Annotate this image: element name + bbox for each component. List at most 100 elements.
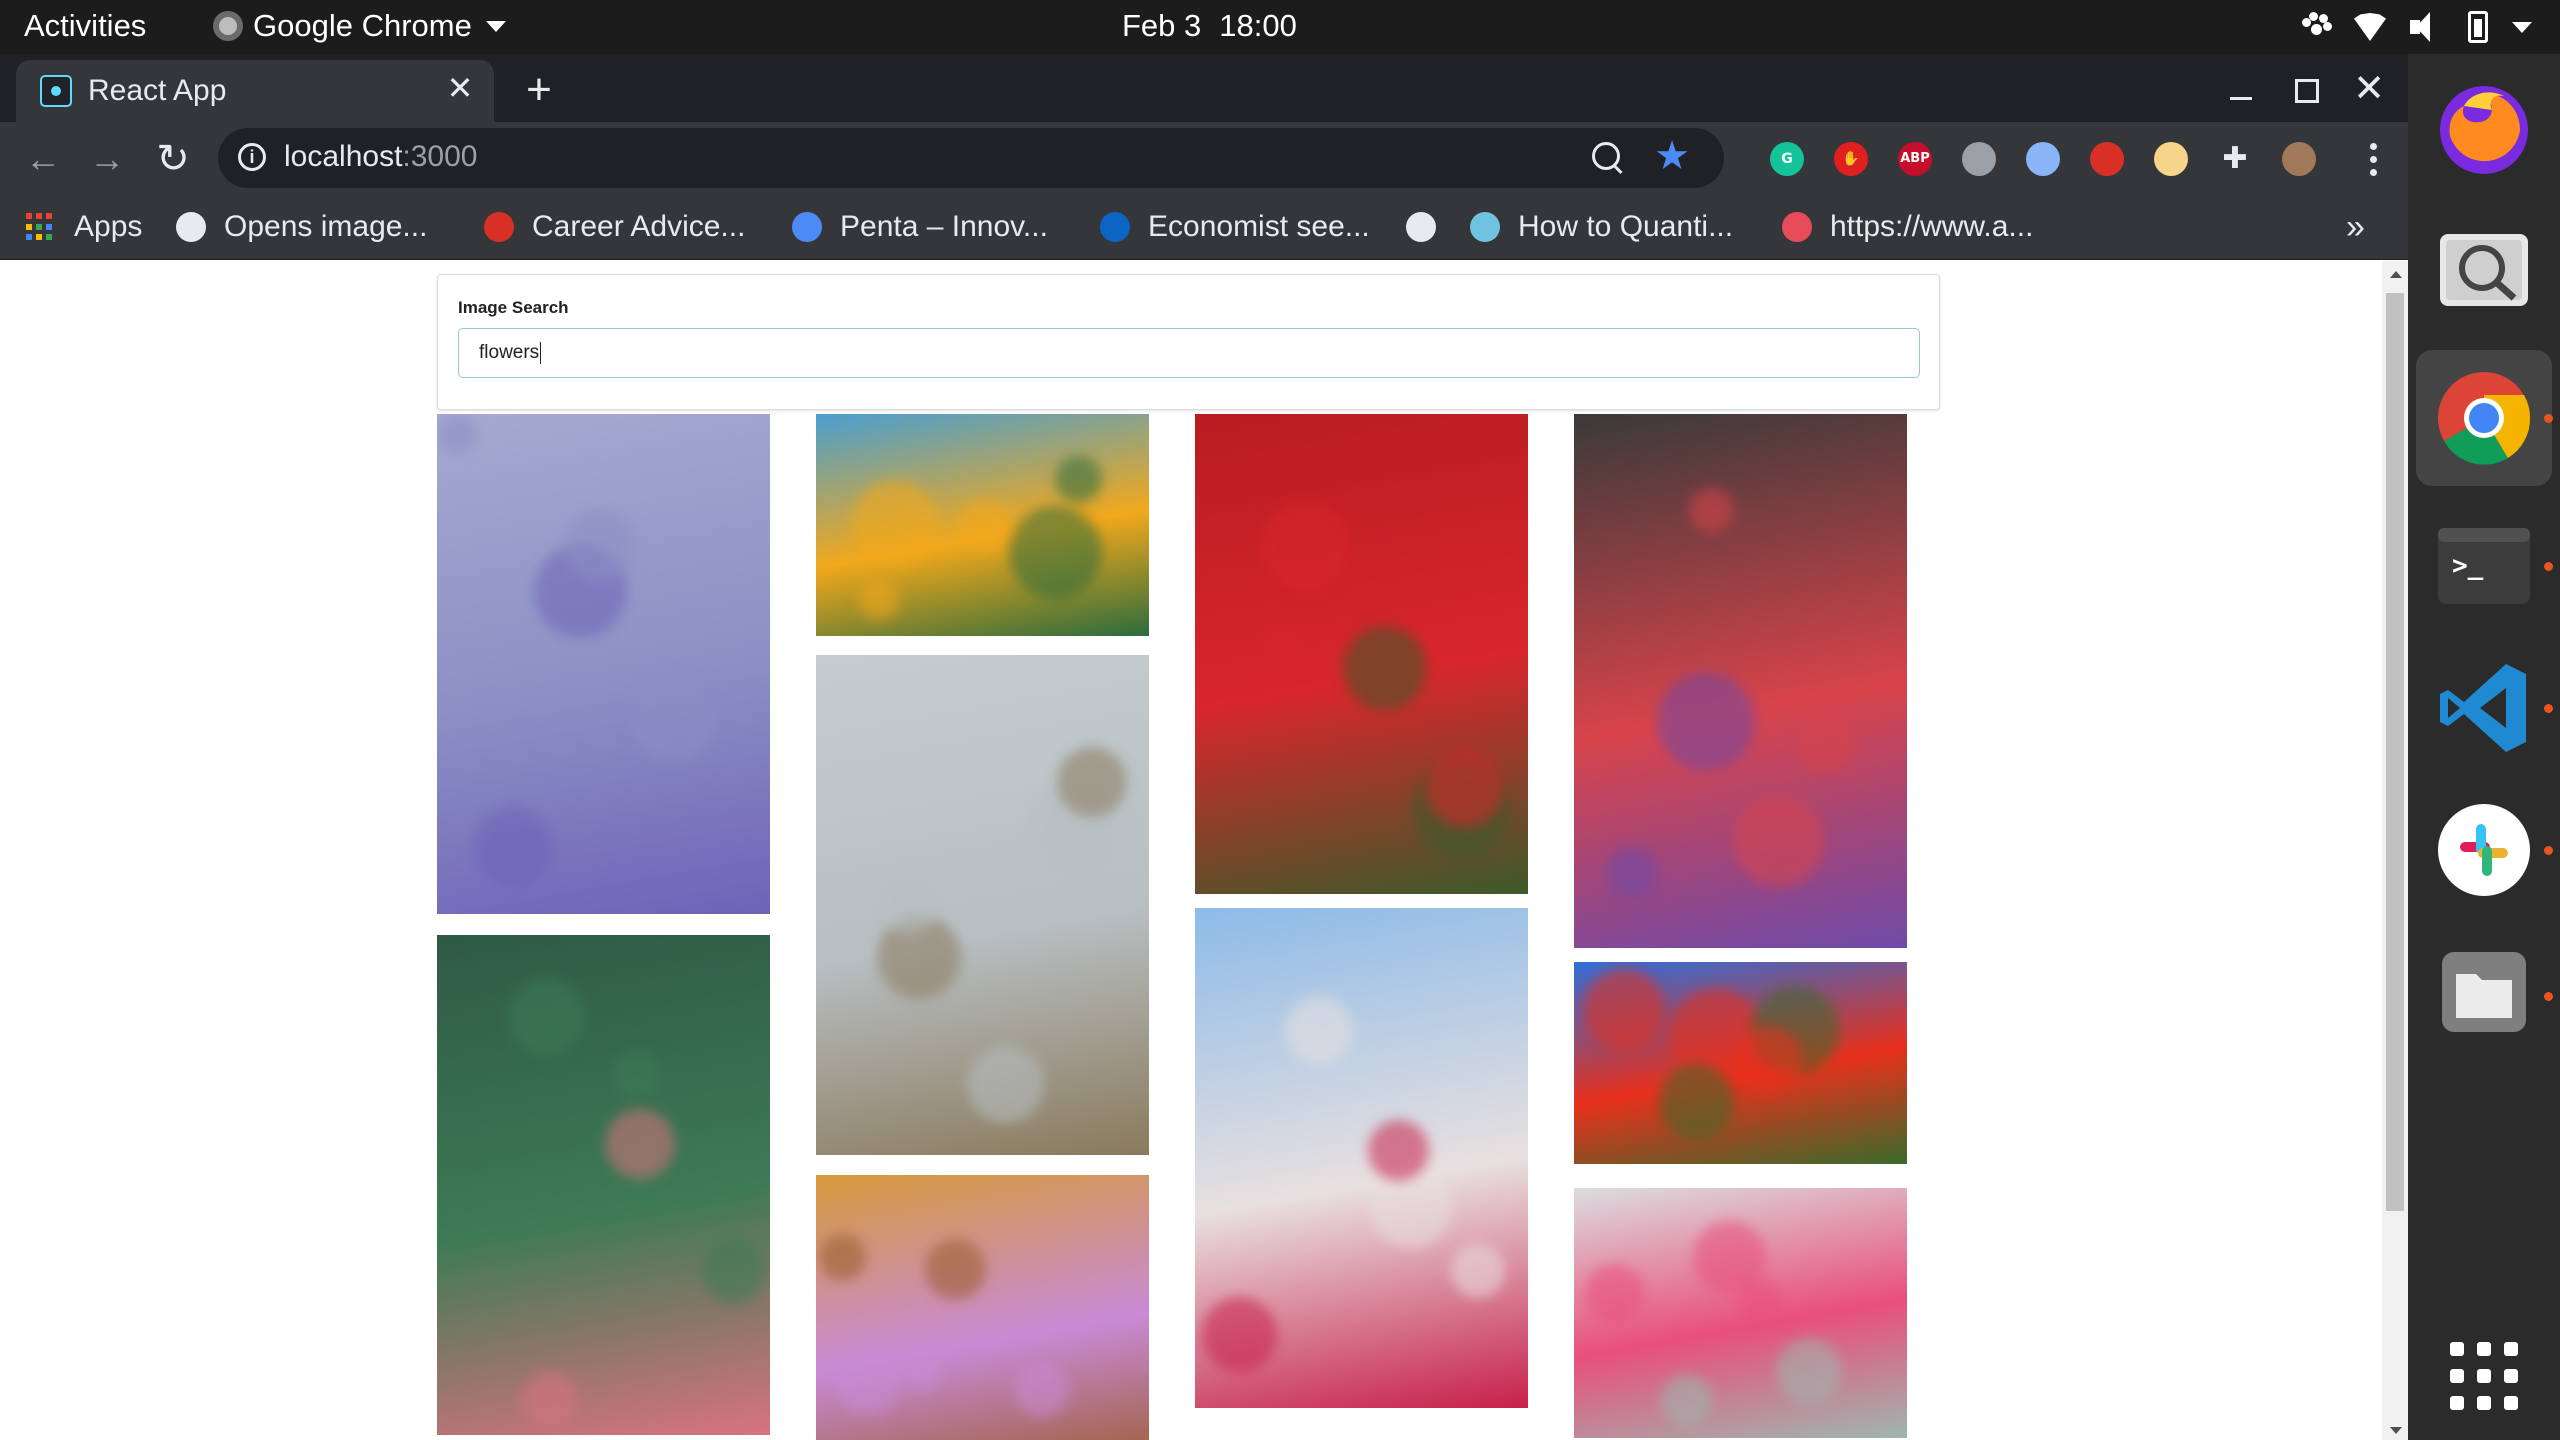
photo-texture [437, 414, 477, 454]
bookmark-label: Opens image... [224, 210, 428, 243]
photo-texture [852, 480, 938, 566]
minimize-window-button[interactable] [2216, 64, 2266, 114]
photo-texture [1735, 1026, 1803, 1094]
mouse-extension-icon[interactable] [1962, 142, 1996, 176]
back-button[interactable]: ← [18, 134, 68, 184]
clock-date: Feb 3 [1122, 8, 1202, 43]
system-tray[interactable] [2300, 11, 2532, 43]
photo-texture [1009, 506, 1102, 599]
sun-extension-icon[interactable] [2154, 142, 2188, 176]
react-favicon-icon [40, 75, 72, 107]
svg-text:>_: >_ [2452, 551, 2484, 581]
new-tab-button[interactable]: + [514, 66, 564, 116]
m-logo-icon [1470, 212, 1500, 242]
photo-texture [1585, 1264, 1644, 1323]
bookmark-item[interactable]: Opens image... [176, 206, 427, 248]
photo-texture [902, 1351, 942, 1391]
forward-button[interactable]: → [82, 134, 132, 184]
terminal-dock-icon[interactable]: >_ [2430, 512, 2538, 620]
search-bar-card: Image Search flowers [437, 274, 1940, 410]
profile-avatar[interactable] [2282, 142, 2316, 176]
circle-extension-icon[interactable] [2026, 142, 2060, 176]
zoom-icon[interactable] [1590, 140, 1624, 174]
photo-vase-bouquet[interactable] [1574, 1188, 1907, 1438]
close-window-button[interactable]: ✕ [2344, 64, 2394, 114]
tab-react-app[interactable]: React App ✕ [16, 60, 494, 122]
more-bookmarks-button[interactable]: » [2346, 208, 2365, 247]
photo-texture [1583, 968, 1665, 1050]
activities-button[interactable]: Activities [24, 8, 146, 44]
photo-texture [564, 510, 636, 582]
chevron-down-icon [2512, 21, 2532, 33]
photo-tulips[interactable] [1195, 908, 1528, 1408]
scrollbar-thumb[interactable] [2386, 293, 2404, 1211]
bookmark-apps[interactable]: Apps [26, 206, 142, 248]
bookmark-item[interactable] [1406, 206, 1436, 248]
apps-grid-icon [26, 213, 56, 241]
photo-texture [1733, 796, 1824, 887]
bookmark-item[interactable]: Penta – Innov... [792, 206, 1048, 248]
files-dock-icon[interactable] [2430, 938, 2538, 1046]
page-scrollbar[interactable] [2382, 261, 2408, 1440]
bookmark-item[interactable]: Career Advice... [484, 206, 745, 248]
firefox-dock-icon[interactable] [2430, 76, 2538, 184]
photo-texture [508, 978, 585, 1055]
chevron-down-icon [485, 20, 506, 32]
bookmark-label: Economist see... [1148, 210, 1370, 243]
photo-red-begonias[interactable] [1195, 414, 1528, 894]
photo-texture [1776, 1338, 1842, 1404]
photo-texture [958, 500, 1012, 554]
scroll-up-icon[interactable] [2390, 271, 2402, 278]
url-text[interactable]: localhost:3000 [284, 140, 477, 174]
clock-time: 18:00 [1219, 8, 1297, 43]
photo-wildflowers[interactable] [816, 655, 1149, 1155]
photo-yellow-poppies[interactable] [816, 414, 1149, 636]
bookmark-star-icon[interactable]: ★ [1654, 136, 1690, 176]
photo-texture [1285, 996, 1353, 1064]
search-input[interactable]: flowers [458, 328, 1920, 378]
bookmark-item[interactable]: https://www.a... [1782, 206, 2033, 248]
slack-dock-icon[interactable] [2430, 796, 2538, 904]
red-extension-icon[interactable] [2090, 142, 2124, 176]
hand-stop-icon[interactable]: ✋ [1834, 142, 1868, 176]
photo-lavender[interactable] [437, 414, 770, 914]
app-menu[interactable]: Google Chrome [213, 8, 506, 44]
volume-icon [2410, 12, 2444, 42]
photo-texture [522, 1371, 578, 1427]
page-viewport: Image Search flowers [0, 261, 2408, 1440]
scroll-down-icon[interactable] [2390, 1427, 2402, 1434]
photo-texture [859, 580, 899, 620]
show-applications-icon[interactable] [2430, 1322, 2538, 1430]
reload-button[interactable]: ↻ [148, 134, 198, 184]
photo-texture [1343, 626, 1427, 710]
maximize-window-button[interactable] [2280, 64, 2330, 114]
grammarly-icon[interactable]: G [1770, 142, 1804, 176]
photo-texture [1797, 715, 1856, 774]
close-tab-icon[interactable]: ✕ [442, 70, 478, 106]
photo-texture [1689, 488, 1734, 533]
bookmark-item[interactable]: Economist see... [1100, 206, 1370, 248]
photo-texture [1368, 1120, 1429, 1181]
photo-texture [1659, 1064, 1734, 1139]
photo-dark-bouquet[interactable] [1574, 414, 1907, 948]
image-viewer-dock-icon[interactable] [2430, 218, 2538, 326]
address-bar[interactable]: i localhost:3000 ★ [218, 128, 1724, 188]
globe-icon [1406, 212, 1436, 242]
photo-texture [1657, 672, 1755, 770]
photo-texture [1202, 1297, 1277, 1372]
clock[interactable]: Feb 3 18:00 [1122, 8, 1297, 44]
photo-calla-lily[interactable] [437, 935, 770, 1435]
photo-purple-crocus[interactable] [816, 1175, 1149, 1440]
bookmark-item[interactable]: How to Quanti... [1470, 206, 1733, 248]
bookmark-label: Apps [74, 210, 143, 243]
info-icon[interactable]: i [238, 143, 266, 171]
photo-texture [1606, 846, 1658, 898]
chrome-dock-icon[interactable] [2416, 350, 2552, 486]
running-indicator [2544, 562, 2553, 571]
chrome-menu-icon[interactable] [2358, 138, 2388, 182]
puzzle-icon[interactable]: ✚ [2218, 142, 2252, 176]
photo-poppy-field[interactable] [1574, 962, 1907, 1164]
adblock-plus-icon[interactable]: ABP [1898, 142, 1932, 176]
vscode-dock-icon[interactable] [2430, 654, 2538, 762]
search-label: Image Search [458, 298, 569, 317]
